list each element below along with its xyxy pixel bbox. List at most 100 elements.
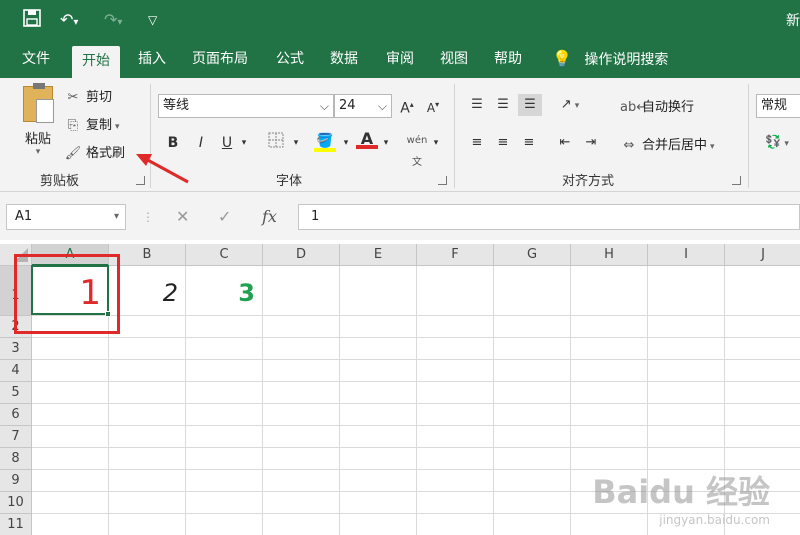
- tab-home[interactable]: 开始: [72, 46, 120, 78]
- tab-page-layout[interactable]: 页面布局: [182, 42, 258, 78]
- cell-d8[interactable]: [263, 448, 340, 470]
- cell-d9[interactable]: [263, 470, 340, 492]
- merge-center-button[interactable]: ⇔ 合并后居中 ▾: [620, 134, 715, 153]
- row-header-6[interactable]: 6: [0, 404, 32, 426]
- cell-c5[interactable]: [186, 382, 263, 404]
- cell-h3[interactable]: [571, 338, 648, 360]
- cell-a3[interactable]: [32, 338, 109, 360]
- decrease-indent-icon[interactable]: ⇤: [554, 132, 576, 154]
- cell-f2[interactable]: [417, 316, 494, 338]
- phonetic-dropdown-icon[interactable]: ▾: [430, 132, 442, 154]
- cell-e10[interactable]: [340, 492, 417, 514]
- cell-a10[interactable]: [32, 492, 109, 514]
- cell-f11[interactable]: [417, 514, 494, 535]
- cell-j3[interactable]: [725, 338, 800, 360]
- align-center-icon[interactable]: ≡: [492, 132, 514, 154]
- cell-b6[interactable]: [109, 404, 186, 426]
- cell-c10[interactable]: [186, 492, 263, 514]
- column-header-b[interactable]: B: [109, 244, 186, 266]
- cell-b11[interactable]: [109, 514, 186, 535]
- cell-c7[interactable]: [186, 426, 263, 448]
- cell-d3[interactable]: [263, 338, 340, 360]
- cell-d1[interactable]: [263, 266, 340, 316]
- font-color-icon[interactable]: A: [356, 128, 378, 150]
- cell-b7[interactable]: [109, 426, 186, 448]
- cell-e1[interactable]: [340, 266, 417, 316]
- cell-g11[interactable]: [494, 514, 571, 535]
- row-header-11[interactable]: 11: [0, 514, 32, 535]
- cell-f7[interactable]: [417, 426, 494, 448]
- cell-g9[interactable]: [494, 470, 571, 492]
- cell-d7[interactable]: [263, 426, 340, 448]
- tab-help[interactable]: 帮助: [484, 42, 532, 78]
- cell-a9[interactable]: [32, 470, 109, 492]
- cell-f6[interactable]: [417, 404, 494, 426]
- align-right-icon[interactable]: ≡: [518, 132, 540, 154]
- phonetic-icon[interactable]: wén 文: [406, 130, 428, 168]
- cell-e4[interactable]: [340, 360, 417, 382]
- cell-h7[interactable]: [571, 426, 648, 448]
- paste-dropdown-icon[interactable]: ▾: [18, 147, 58, 157]
- cell-f5[interactable]: [417, 382, 494, 404]
- cell-h5[interactable]: [571, 382, 648, 404]
- align-left-icon[interactable]: ≡: [466, 132, 488, 154]
- cell-j6[interactable]: [725, 404, 800, 426]
- column-header-d[interactable]: D: [263, 244, 340, 266]
- cell-i7[interactable]: [648, 426, 725, 448]
- cell-b1[interactable]: 2: [109, 266, 186, 316]
- cell-a11[interactable]: [32, 514, 109, 535]
- cell-h6[interactable]: [571, 404, 648, 426]
- cell-d2[interactable]: [263, 316, 340, 338]
- formula-input[interactable]: 1: [298, 204, 800, 230]
- tab-formulas[interactable]: 公式: [266, 42, 314, 78]
- cell-g2[interactable]: [494, 316, 571, 338]
- cell-c2[interactable]: [186, 316, 263, 338]
- cell-c9[interactable]: [186, 470, 263, 492]
- save-icon[interactable]: [22, 8, 42, 32]
- wrap-text-button[interactable]: ab↵自动换行: [620, 96, 694, 115]
- insert-function-button[interactable]: fx: [262, 204, 277, 230]
- column-header-f[interactable]: F: [417, 244, 494, 266]
- cell-a4[interactable]: [32, 360, 109, 382]
- tab-insert[interactable]: 插入: [128, 42, 176, 78]
- cell-f10[interactable]: [417, 492, 494, 514]
- borders-dropdown-icon[interactable]: ▾: [290, 132, 302, 154]
- column-header-e[interactable]: E: [340, 244, 417, 266]
- cell-c8[interactable]: [186, 448, 263, 470]
- cell-b8[interactable]: [109, 448, 186, 470]
- column-header-c[interactable]: C: [186, 244, 263, 266]
- cell-d5[interactable]: [263, 382, 340, 404]
- column-header-j[interactable]: J: [725, 244, 800, 266]
- borders-icon[interactable]: [266, 132, 286, 154]
- cell-j4[interactable]: [725, 360, 800, 382]
- alignment-launcher-icon[interactable]: [732, 176, 741, 185]
- cell-j7[interactable]: [725, 426, 800, 448]
- row-header-5[interactable]: 5: [0, 382, 32, 404]
- cell-b3[interactable]: [109, 338, 186, 360]
- underline-dropdown-icon[interactable]: ▾: [238, 132, 250, 154]
- cell-d6[interactable]: [263, 404, 340, 426]
- fill-color-icon[interactable]: 🪣: [314, 130, 336, 152]
- underline-button[interactable]: U: [218, 132, 236, 154]
- cell-b10[interactable]: [109, 492, 186, 514]
- cell-i2[interactable]: [648, 316, 725, 338]
- format-painter-button[interactable]: 🖌 格式刷: [64, 142, 125, 161]
- cell-i1[interactable]: [648, 266, 725, 316]
- tell-me-search[interactable]: 💡 操作说明搜索: [552, 42, 668, 78]
- cell-c4[interactable]: [186, 360, 263, 382]
- cell-g6[interactable]: [494, 404, 571, 426]
- cell-b2[interactable]: [109, 316, 186, 338]
- cell-a8[interactable]: [32, 448, 109, 470]
- cell-c3[interactable]: [186, 338, 263, 360]
- cell-g8[interactable]: [494, 448, 571, 470]
- cell-e2[interactable]: [340, 316, 417, 338]
- cell-i4[interactable]: [648, 360, 725, 382]
- cell-h4[interactable]: [571, 360, 648, 382]
- cell-f1[interactable]: [417, 266, 494, 316]
- font-color-dropdown-icon[interactable]: ▾: [380, 132, 392, 154]
- increase-indent-icon[interactable]: ⇥: [580, 132, 602, 154]
- accounting-format-icon[interactable]: 💱 ▾: [760, 132, 794, 154]
- tab-file[interactable]: 文件: [12, 42, 60, 78]
- row-header-9[interactable]: 9: [0, 470, 32, 492]
- font-name-select[interactable]: 等线 ⌵: [158, 94, 334, 118]
